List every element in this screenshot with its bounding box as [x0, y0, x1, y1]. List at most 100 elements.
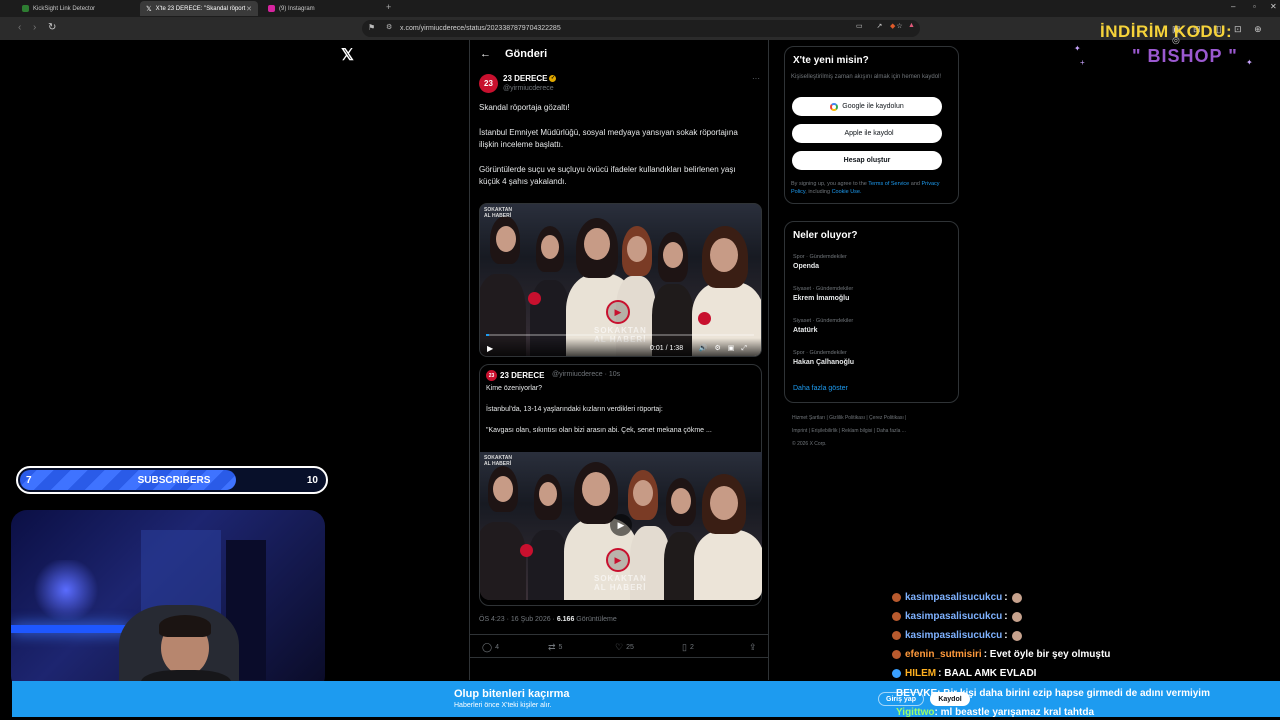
google-signup-button[interactable]: Google ile kaydolun — [792, 97, 942, 116]
chat-message: kasimpasalisucukcu: — [892, 588, 1272, 607]
forward-nav-icon[interactable]: › — [33, 22, 36, 33]
legal-text: , including — [805, 189, 832, 195]
chat-badge-icon — [892, 650, 901, 659]
trend-item[interactable]: Siyaset · Gündemdekiler Atatürk — [793, 318, 853, 334]
bookmark-button[interactable]: ▯ 2 — [682, 642, 694, 653]
login-prompt-subtitle: Haberleri önce X'teki kişiler alır. — [454, 702, 552, 709]
share-button[interactable]: ⇪ — [749, 642, 757, 653]
quote-text-line: Kime özeniyorlar? — [486, 385, 543, 392]
reply-count: 4 — [495, 644, 499, 651]
show-more-link[interactable]: Daha fazla göster — [793, 385, 848, 392]
caption-line: AL HABERİ — [484, 213, 512, 219]
chat-username: kasimpasalisucukcu — [905, 611, 1003, 622]
chat-message: Yigittwo: ml beastle yarışamaz kral taht… — [896, 703, 1210, 720]
chat-message: efenin_sutmisiri: Evet öyle bir şey olmu… — [892, 645, 1272, 664]
terms-link[interactable]: Terms of Service — [868, 181, 909, 187]
person-figure — [539, 482, 557, 506]
address-bar[interactable]: ⚑ ⚙ x.com/yirmiucderece/status/202338787… — [362, 20, 920, 37]
post-text-line: Görüntülerde suçu ve suçluyu övücü ifade… — [479, 165, 736, 174]
video-control-icons[interactable]: 🔊⚙▣⤢ — [699, 344, 754, 353]
play-icon[interactable]: ▶ — [610, 514, 632, 536]
chat-badge-icon — [892, 612, 901, 621]
login-prompt-title: Olup bitenleri kaçırma — [454, 688, 570, 700]
trend-title: Openda — [793, 263, 820, 270]
trend-title: Atatürk — [793, 327, 818, 334]
create-account-button[interactable]: Hesap oluştur — [792, 151, 942, 170]
back-nav-icon[interactable]: ‹ — [18, 22, 21, 33]
footer-line[interactable]: Imprint | Erişilebilirlik | Reklam bilgi… — [792, 425, 952, 438]
page-title: Gönderi — [505, 48, 548, 60]
footer-line[interactable]: Hizmet Şartları | Gizlilik Politikası | … — [792, 412, 952, 425]
reply-button[interactable]: ◯ 4 — [482, 642, 499, 653]
button-label: Apple ile kaydol — [844, 130, 894, 137]
chat-message: kasimpasalisucukcu: — [892, 607, 1272, 626]
legal-text: and — [909, 181, 922, 187]
person-figure — [493, 476, 513, 502]
video-progress-fill — [486, 334, 489, 336]
quote-video[interactable]: SOKAKTAN AL HABERİ ▶ ▶ SOKAKTAN AL HABER… — [480, 452, 762, 600]
url-text: x.com/yirmiucderece/status/2023387879704… — [400, 25, 561, 32]
signup-legal: By signing up, you agree to the Terms of… — [791, 180, 953, 196]
tab-label: (9) Instagram — [279, 5, 315, 12]
sparkle-icon: ✦ — [1246, 58, 1253, 67]
trend-item[interactable]: Spor · Gündemdekiler Openda — [793, 254, 847, 270]
x-logo-icon[interactable]: 𝕏 — [341, 45, 354, 65]
reload-icon[interactable]: ↻ — [48, 22, 56, 33]
tab-kicksight[interactable]: KickSight Link Detector — [16, 1, 138, 16]
tab-x-post[interactable]: 𝕏 X'te 23 DERECE: "Skandal röport ✕ — [140, 1, 258, 16]
quote-author: 23 DERECE — [500, 371, 545, 380]
person-figure — [671, 488, 691, 514]
promo-line2: " BISHOP " — [1132, 46, 1238, 66]
chat-badge-icon — [892, 669, 901, 678]
repost-button[interactable]: ⇄ 5 — [548, 642, 562, 653]
chat-text: : Evet öyle bir şey olmuştu — [983, 649, 1111, 660]
apple-signup-button[interactable]: Apple ile kaydol — [792, 124, 942, 143]
more-options-icon[interactable]: ··· — [752, 74, 760, 83]
play-icon[interactable]: ▶ — [487, 344, 493, 353]
close-tab-icon[interactable]: ✕ — [246, 5, 252, 13]
bookmark-icon[interactable]: ⚑ — [368, 23, 375, 32]
author-name[interactable]: 23 DERECE ✓ — [503, 74, 557, 83]
cookie-link[interactable]: Cookie Use. — [832, 189, 862, 195]
person-figure — [584, 228, 610, 260]
close-window-icon[interactable]: ✕ — [1270, 2, 1277, 11]
webcam-scene — [11, 625, 131, 633]
back-arrow-icon[interactable]: ← — [480, 48, 491, 60]
person-figure — [582, 472, 610, 506]
reply-icon: ◯ — [482, 642, 493, 652]
subscriber-goal-bar: 7 SUBSCRIBERS 10 — [16, 466, 328, 494]
signup-subtitle: Kişiselleştirilmiş zaman akışını almak i… — [791, 74, 942, 80]
channel-brand-text: SOKAKTAN AL HABERİ — [594, 574, 647, 592]
subscriber-goal: 10 — [306, 475, 318, 486]
avatar[interactable]: 23 — [479, 74, 498, 93]
quoted-post[interactable]: 23 23 DERECE @yirmiucderece · 10s Kime ö… — [479, 364, 762, 606]
views-count: 6.166 — [556, 616, 575, 623]
footer-links[interactable]: Hizmet Şartları | Gizlilik Politikası | … — [792, 412, 952, 451]
trend-item[interactable]: Spor · Gündemdekiler Hakan Çalhanoğlu — [793, 350, 854, 366]
tab-instagram[interactable]: (9) Instagram — [262, 1, 382, 16]
video-time: 0:01 / 1:38 — [650, 345, 684, 352]
chat-text: : BAAL AMK EVLADI — [938, 668, 1037, 679]
video-progress-bar[interactable] — [486, 334, 754, 336]
post-text-line: Skandal röportaja gözaltı! — [479, 103, 570, 112]
like-button[interactable]: ♡ 25 — [615, 642, 634, 653]
person-figure — [710, 238, 738, 272]
quote-handle: @yirmiucderece · 10s — [552, 371, 621, 378]
kicksight-favicon-icon — [22, 5, 29, 12]
post-text-line: küçük 4 şahıs yakalandı. — [479, 177, 567, 186]
person-figure — [480, 522, 526, 600]
maximize-icon[interactable]: ▫ — [1253, 2, 1256, 11]
minimize-icon[interactable]: – — [1231, 2, 1235, 11]
video-player[interactable]: SOKAKTAN AL HABERİ ▶ SOKAKTAN AL HABERİ … — [479, 203, 762, 357]
chat-username: efenin_sutmisiri — [905, 649, 982, 660]
subscriber-label: SUBSCRIBERS — [137, 475, 211, 486]
new-tab-icon[interactable]: + — [386, 2, 391, 12]
site-info-icon[interactable]: ⚙ — [386, 23, 392, 31]
quote-avatar: 23 — [486, 370, 497, 381]
trends-box: Neler oluyor? Spor · Gündemdekiler Openda… — [784, 221, 959, 403]
post-actions: ◯ 4 ⇄ 5 ♡ 25 ▯ 2 ⇪ — [470, 634, 768, 658]
author-handle[interactable]: @yirmiucderece — [503, 85, 554, 92]
microphone — [698, 312, 711, 325]
post-timestamp[interactable]: ÖS 4:23 · 16 Şub 2026 · — [479, 616, 557, 623]
trend-item[interactable]: Siyaset · Gündemdekiler Ekrem İmamoğlu — [793, 286, 853, 302]
